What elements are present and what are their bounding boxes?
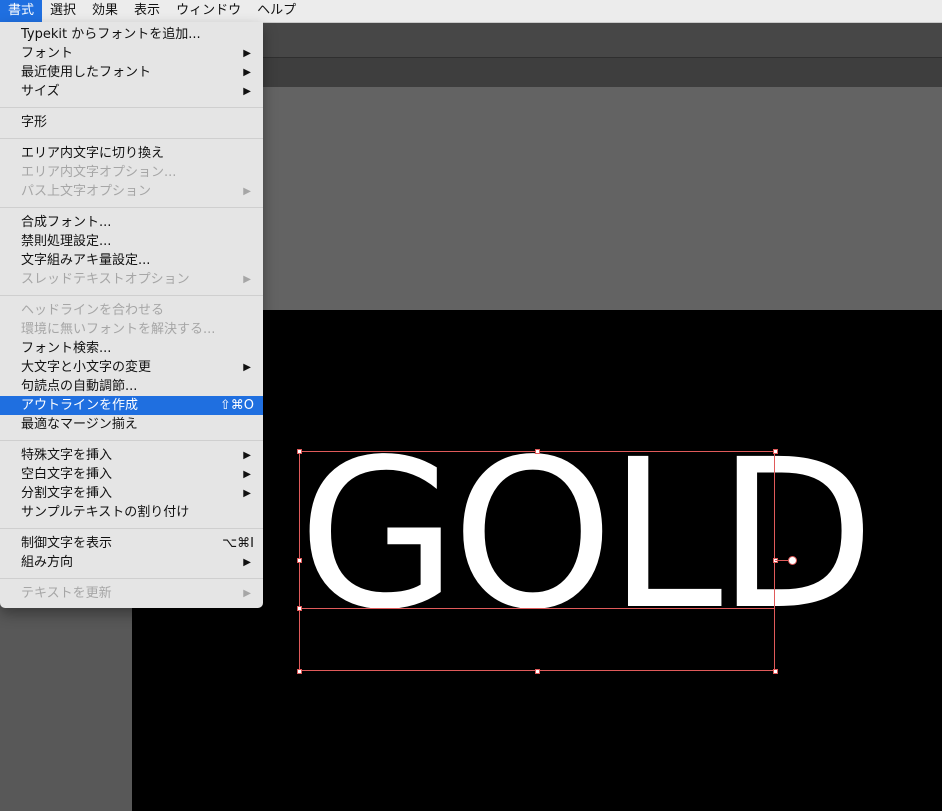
type-menu-dropdown: Typekit からフォントを追加... フォント ▶ 最近使用したフォント ▶ サ…	[0, 22, 263, 608]
menu-item-label: フォント検索...	[21, 341, 112, 356]
menu-item-find-font[interactable]: フォント検索...	[0, 339, 263, 358]
menu-effect[interactable]: 効果	[84, 0, 126, 22]
menu-item-show-hidden-characters[interactable]: 制御文字を表示 ⌥⌘I	[0, 534, 263, 553]
menubar: 書式 選択 効果 表示 ウィンドウ ヘルプ	[0, 0, 942, 23]
menu-window[interactable]: ウィンドウ	[168, 0, 249, 22]
menu-item-add-typekit-fonts[interactable]: Typekit からフォントを追加...	[0, 25, 263, 44]
menu-item-label: 禁則処理設定...	[21, 234, 112, 249]
menu-item-label: ヘッドラインを合わせる	[21, 303, 165, 318]
menu-item-label: 組み方向	[21, 555, 74, 570]
submenu-arrow-icon: ▶	[243, 48, 251, 59]
handle-bottom-left[interactable]	[297, 669, 302, 674]
menu-item-smart-punctuation[interactable]: 句読点の自動調節...	[0, 377, 263, 396]
menu-item-change-case[interactable]: 大文字と小文字の変更 ▶	[0, 358, 263, 377]
submenu-arrow-icon: ▶	[243, 588, 251, 599]
menu-item-mojikumi-settings[interactable]: 文字組みアキ量設定...	[0, 251, 263, 270]
menu-item-label: パス上文字オプション	[21, 184, 152, 199]
menu-item-label: サイズ	[21, 84, 60, 99]
menu-item-label: Typekit からフォントを追加...	[21, 27, 201, 42]
text-type-widget[interactable]	[788, 556, 797, 565]
menu-separator	[0, 138, 263, 139]
menu-item-composite-fonts[interactable]: 合成フォント...	[0, 213, 263, 232]
menu-item-label: 句読点の自動調節...	[21, 379, 138, 394]
menu-item-label: アウトラインを作成	[21, 398, 139, 413]
menu-item-fill-placeholder-text[interactable]: サンプルテキストの割り付け	[0, 503, 263, 522]
menu-item-create-outlines[interactable]: アウトラインを作成 ⇧⌘O	[0, 396, 263, 415]
submenu-arrow-icon: ▶	[243, 86, 251, 97]
menu-item-size[interactable]: サイズ ▶	[0, 82, 263, 101]
menu-item-label: 最近使用したフォント	[21, 65, 152, 80]
menu-item-label: 制御文字を表示	[21, 536, 113, 551]
submenu-arrow-icon: ▶	[243, 450, 251, 461]
menu-item-area-type-options: エリア内文字オプション...	[0, 163, 263, 182]
menu-item-update-legacy-text: テキストを更新 ▶	[0, 584, 263, 603]
menu-item-label: 空白文字を挿入	[21, 467, 113, 482]
menu-item-kinsoku-settings[interactable]: 禁則処理設定...	[0, 232, 263, 251]
menu-separator	[0, 578, 263, 579]
menu-item-label: エリア内文字に切り換え	[21, 146, 165, 161]
menu-type[interactable]: 書式	[0, 0, 43, 22]
submenu-arrow-icon: ▶	[243, 274, 251, 285]
document-tab-bar	[263, 57, 942, 88]
menu-item-glyphs[interactable]: 字形	[0, 113, 263, 132]
submenu-arrow-icon: ▶	[243, 362, 251, 373]
menu-item-label: 最適なマージン揃え	[21, 417, 138, 432]
menu-item-recent-fonts[interactable]: 最近使用したフォント ▶	[0, 63, 263, 82]
menu-separator	[0, 207, 263, 208]
submenu-arrow-icon: ▶	[243, 67, 251, 78]
menu-item-label: 環境に無いフォントを解決する...	[21, 322, 216, 337]
menu-item-label: サンプルテキストの割り付け	[21, 505, 190, 520]
handle-top-center[interactable]	[535, 449, 540, 454]
menu-item-type-orientation[interactable]: 組み方向 ▶	[0, 553, 263, 572]
handle-top-right[interactable]	[773, 449, 778, 454]
app-toolbar	[263, 23, 942, 57]
menu-item-resolve-missing-fonts: 環境に無いフォントを解決する...	[0, 320, 263, 339]
menu-item-convert-area-type[interactable]: エリア内文字に切り換え	[0, 144, 263, 163]
menu-view[interactable]: 表示	[126, 0, 168, 22]
text-baseline	[299, 608, 775, 609]
submenu-arrow-icon: ▶	[243, 557, 251, 568]
menu-item-label: エリア内文字オプション...	[21, 165, 177, 180]
menu-item-shortcut: ⇧⌘O	[219, 398, 254, 413]
handle-middle-left[interactable]	[297, 558, 302, 563]
handle-baseline-left[interactable]	[297, 606, 302, 611]
menu-item-font[interactable]: フォント ▶	[0, 44, 263, 63]
menu-item-label: 合成フォント...	[21, 215, 112, 230]
handle-bottom-right[interactable]	[773, 669, 778, 674]
menu-item-fit-headline: ヘッドラインを合わせる	[0, 301, 263, 320]
submenu-arrow-icon: ▶	[243, 469, 251, 480]
submenu-arrow-icon: ▶	[243, 488, 251, 499]
handle-top-left[interactable]	[297, 449, 302, 454]
menu-item-label: 大文字と小文字の変更	[21, 360, 152, 375]
menu-select[interactable]: 選択	[42, 0, 84, 22]
menu-separator	[0, 107, 263, 108]
selection-bounding-box	[299, 451, 775, 671]
canvas-pasteboard	[263, 87, 942, 310]
menu-item-label: 文字組みアキ量設定...	[21, 253, 151, 268]
menu-item-type-on-path-options: パス上文字オプション ▶	[0, 182, 263, 201]
menu-item-label: フォント	[21, 46, 74, 61]
submenu-arrow-icon: ▶	[243, 186, 251, 197]
menu-item-optical-margin-alignment[interactable]: 最適なマージン揃え	[0, 415, 263, 434]
menu-help[interactable]: ヘルプ	[249, 0, 304, 22]
menu-item-insert-break[interactable]: 分割文字を挿入 ▶	[0, 484, 263, 503]
menu-separator	[0, 528, 263, 529]
menu-item-insert-special-character[interactable]: 特殊文字を挿入 ▶	[0, 446, 263, 465]
text-type-widget-line	[775, 560, 788, 561]
menu-item-label: テキストを更新	[21, 586, 112, 601]
menu-separator	[0, 295, 263, 296]
menu-item-label: 字形	[21, 115, 48, 130]
menu-item-label: 分割文字を挿入	[21, 486, 113, 501]
menu-item-threaded-text-options: スレッドテキストオプション ▶	[0, 270, 263, 289]
menu-item-insert-whitespace[interactable]: 空白文字を挿入 ▶	[0, 465, 263, 484]
menu-item-shortcut: ⌥⌘I	[222, 536, 254, 551]
menu-item-label: 特殊文字を挿入	[21, 448, 113, 463]
menu-item-label: スレッドテキストオプション	[21, 272, 190, 287]
handle-bottom-center[interactable]	[535, 669, 540, 674]
menu-separator	[0, 440, 263, 441]
